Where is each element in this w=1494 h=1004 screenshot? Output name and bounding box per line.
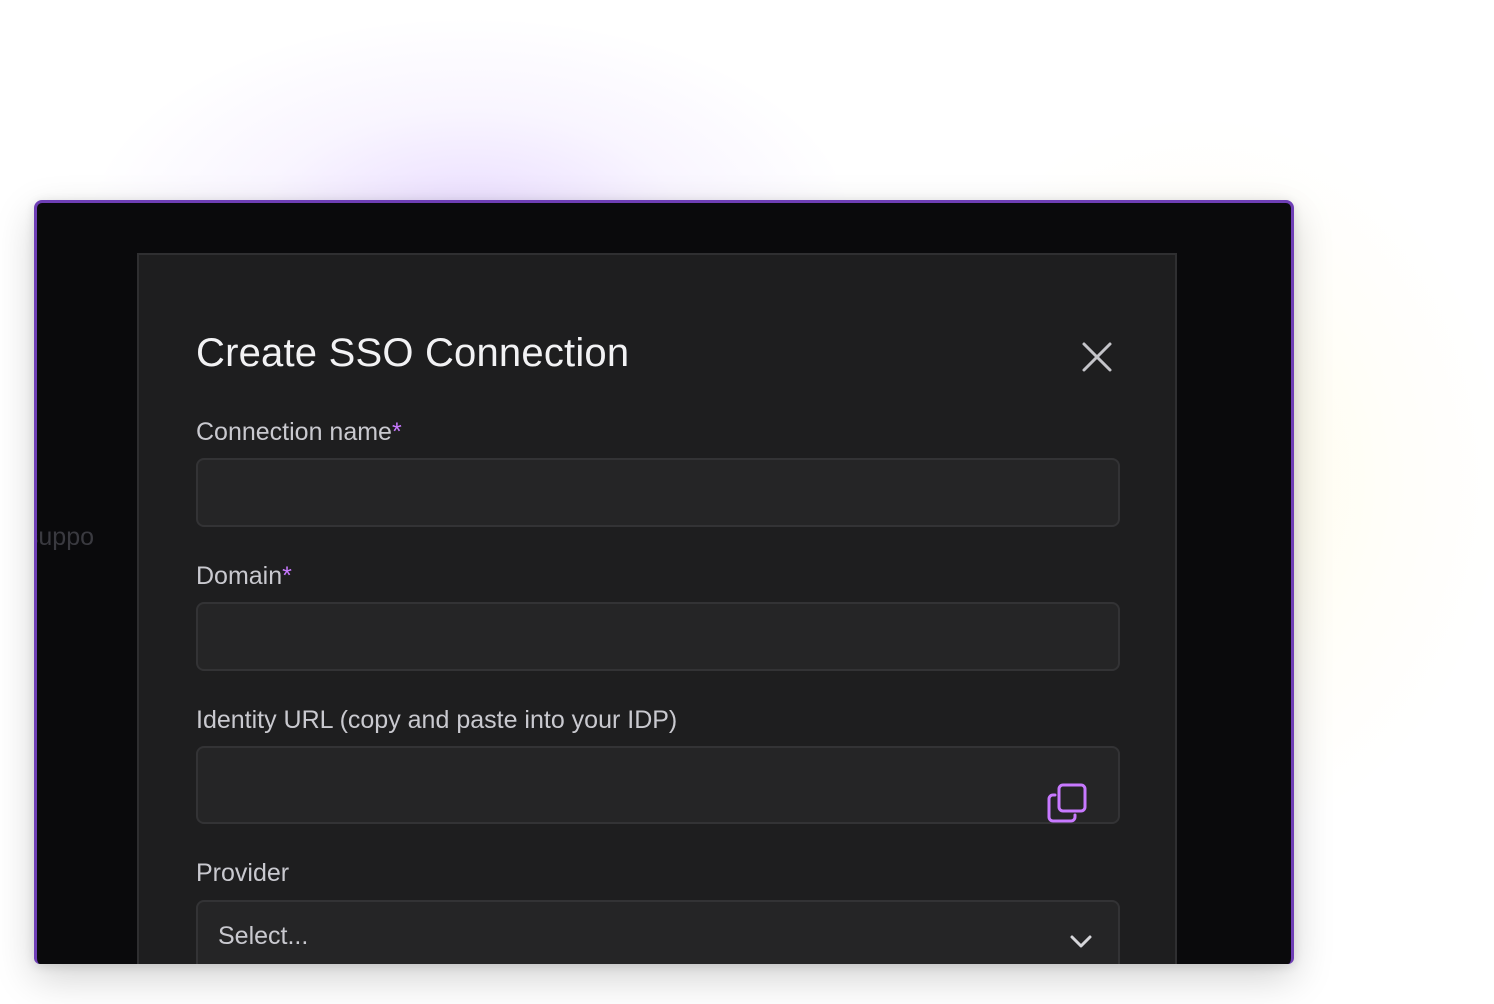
connection-name-label: Connection name* bbox=[196, 418, 402, 447]
copy-icon bbox=[1047, 783, 1087, 823]
close-button[interactable] bbox=[1075, 335, 1119, 379]
identity-url-label: Identity URL (copy and paste into your I… bbox=[196, 706, 678, 734]
app-window: t suppo Create SSO Connection Connection… bbox=[34, 200, 1294, 964]
provider-select-value: Select... bbox=[218, 922, 309, 950]
modal-title: Create SSO Connection bbox=[196, 331, 630, 375]
connection-name-label-text: Connection name bbox=[196, 418, 392, 446]
connection-name-input[interactable] bbox=[196, 458, 1120, 527]
provider-label: Provider bbox=[196, 859, 290, 887]
background-partial-text: t suppo bbox=[37, 523, 95, 551]
domain-label-text: Domain bbox=[196, 562, 283, 590]
required-mark: * bbox=[282, 562, 292, 590]
identity-url-field[interactable] bbox=[196, 746, 1120, 824]
create-sso-connection-modal: Create SSO Connection Connection name* D… bbox=[137, 253, 1177, 964]
chevron-down-icon bbox=[1070, 935, 1092, 948]
domain-label: Domain* bbox=[196, 562, 292, 591]
copy-identity-url-button[interactable] bbox=[1044, 780, 1090, 826]
provider-select[interactable]: Select... bbox=[196, 900, 1120, 964]
domain-input[interactable] bbox=[196, 602, 1120, 671]
required-mark: * bbox=[391, 418, 402, 446]
close-icon bbox=[1082, 342, 1112, 372]
